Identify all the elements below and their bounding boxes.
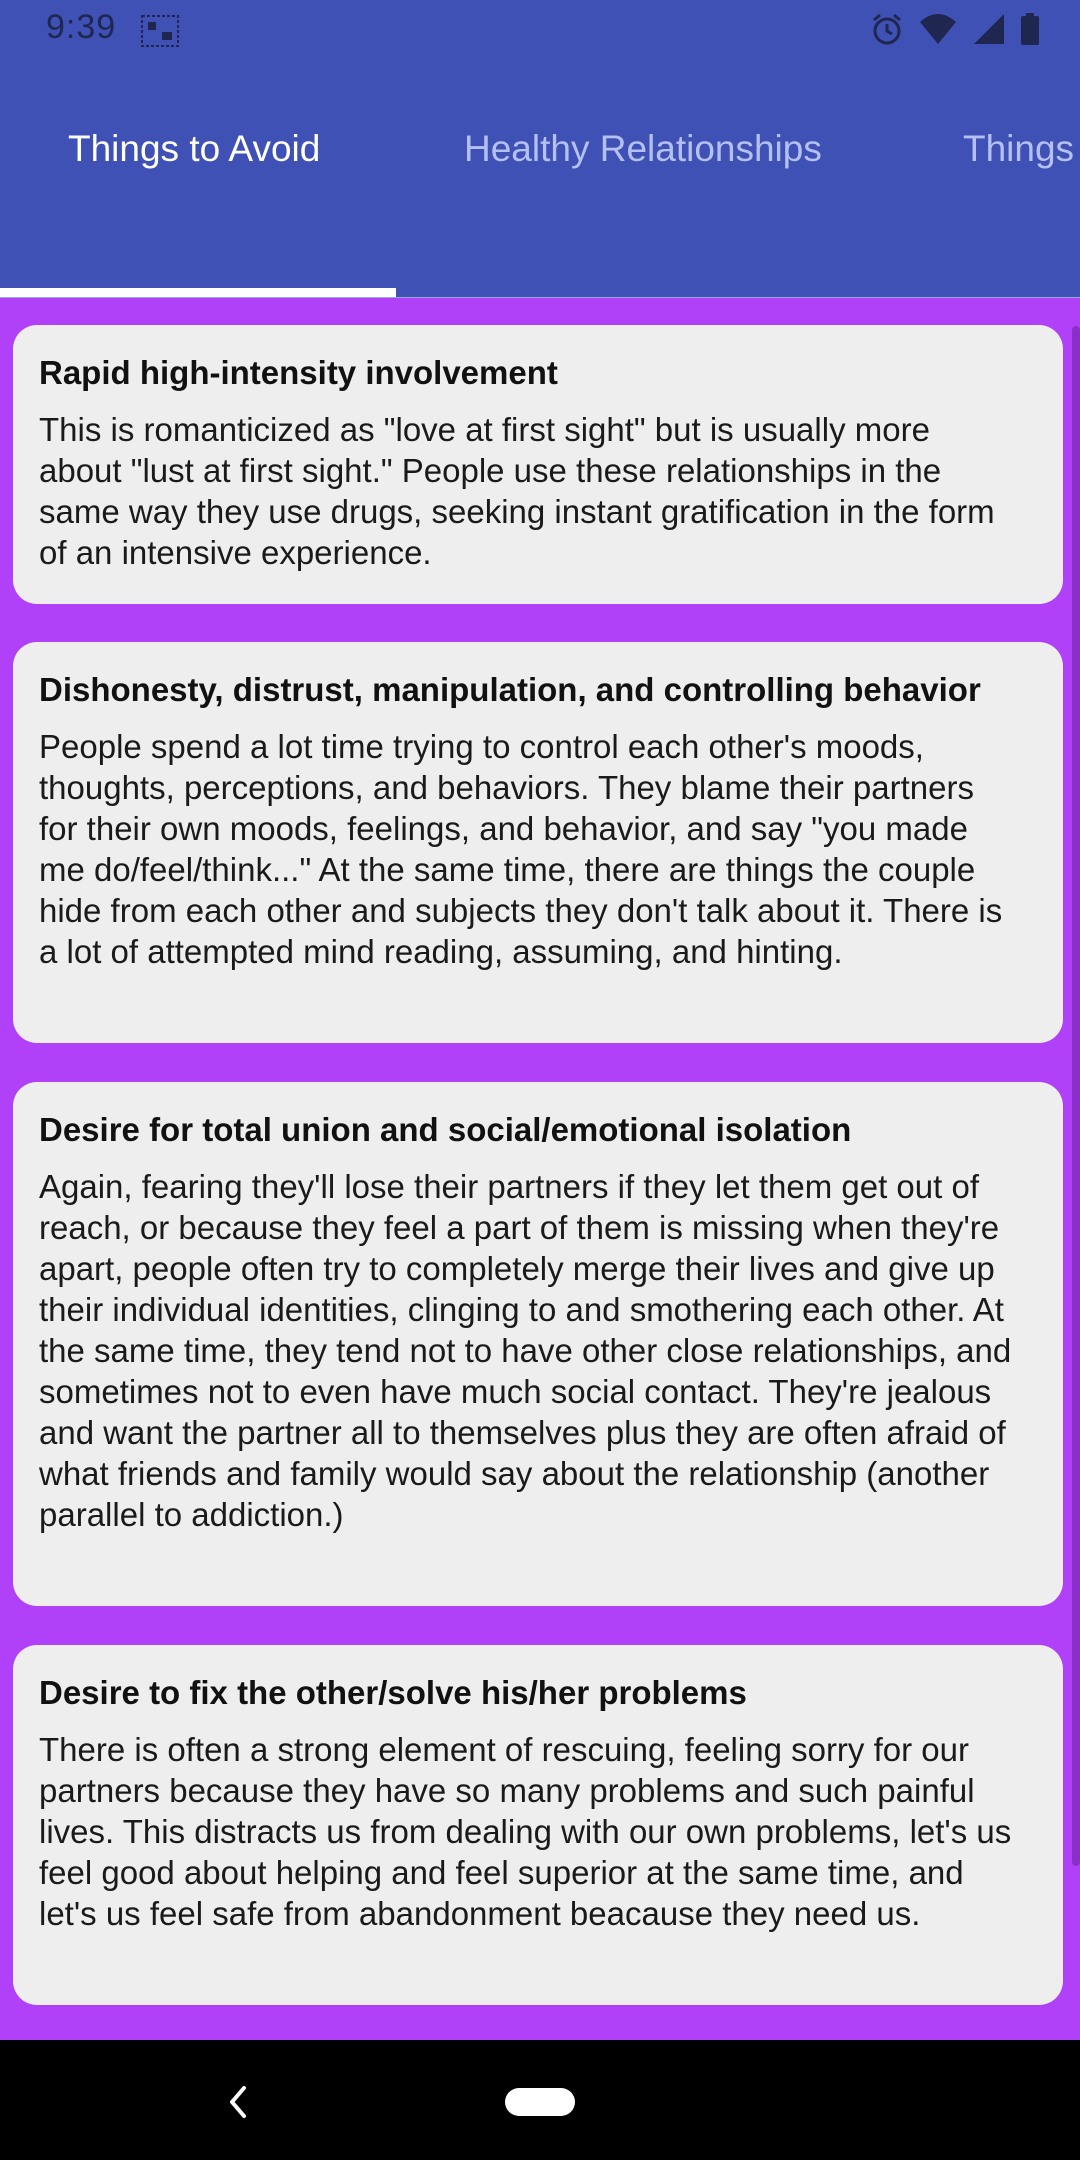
status-icons bbox=[870, 12, 1040, 46]
card-body: People spend a lot time trying to contro… bbox=[39, 728, 1003, 970]
card-title: Dishonesty, distrust, manipulation, and … bbox=[39, 671, 981, 708]
tab-things[interactable]: Things bbox=[963, 128, 1074, 170]
card-body: This is romanticized as "love at first s… bbox=[39, 411, 995, 571]
content-list[interactable]: Rapid high-intensity involvement This is… bbox=[0, 298, 1080, 2040]
card-body: Again, fearing they'll lose their partne… bbox=[39, 1168, 1012, 1533]
cellular-signal-icon bbox=[974, 14, 1004, 44]
card-title: Desire to fix the other/solve his/her pr… bbox=[39, 1674, 747, 1711]
card-title: Rapid high-intensity involvement bbox=[39, 354, 558, 391]
card-total-union[interactable]: Desire for total union and social/emotio… bbox=[13, 1082, 1063, 1606]
tab-healthy-relationships[interactable]: Healthy Relationships bbox=[464, 128, 822, 170]
wifi-icon bbox=[920, 14, 956, 44]
tab-things-to-avoid[interactable]: Things to Avoid bbox=[68, 128, 320, 170]
status-time: 9:39 bbox=[46, 8, 117, 46]
card-title: Desire for total union and social/emotio… bbox=[39, 1111, 852, 1148]
battery-icon bbox=[1021, 13, 1039, 45]
card-rapid-involvement[interactable]: Rapid high-intensity involvement This is… bbox=[13, 325, 1063, 604]
tab-bar: Things to Avoid Healthy Relationships Th… bbox=[0, 62, 1080, 298]
status-bar: 9:39 bbox=[0, 0, 1080, 62]
back-icon[interactable] bbox=[226, 2084, 250, 2120]
home-pill-button[interactable] bbox=[505, 2088, 575, 2116]
navigation-bar bbox=[0, 2040, 1080, 2160]
alarm-icon bbox=[873, 13, 901, 45]
card-fix-other[interactable]: Desire to fix the other/solve his/her pr… bbox=[13, 1645, 1063, 2005]
scrollbar[interactable] bbox=[1072, 326, 1080, 1866]
card-dishonesty[interactable]: Dishonesty, distrust, manipulation, and … bbox=[13, 642, 1063, 1043]
qr-code-icon bbox=[141, 15, 179, 47]
card-body: There is often a strong element of rescu… bbox=[39, 1731, 1012, 1932]
